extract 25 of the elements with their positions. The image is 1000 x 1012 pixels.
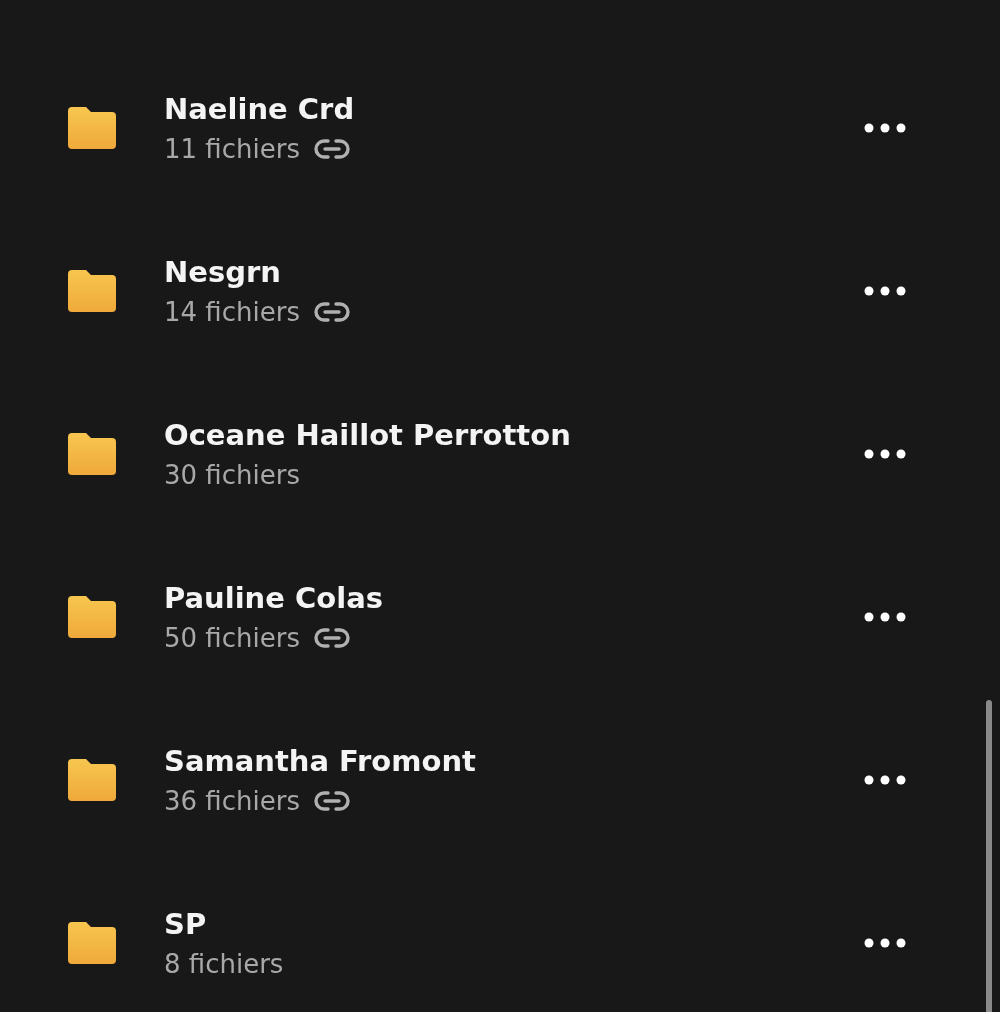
file-count: 36 fichiers [164, 785, 300, 816]
file-count: 14 fichiers [164, 296, 300, 327]
folder-icon [68, 595, 116, 638]
folder-row[interactable]: Oceane Haillot Perrotton 30 fichiers [0, 372, 1000, 535]
folder-icon [68, 921, 116, 964]
folder-icon [68, 432, 116, 475]
folder-name: SP [164, 906, 208, 941]
file-count: 50 fichiers [164, 622, 300, 653]
folder-icon [68, 106, 116, 149]
folder-name: Nesgrn [164, 254, 282, 289]
folder-row[interactable]: Samantha Fromont 36 fichiers [0, 698, 1000, 861]
folder-icon [68, 758, 116, 801]
scrollbar[interactable] [986, 700, 992, 1012]
folder-name: Oceane Haillot Perrotton [164, 417, 572, 452]
folder-row[interactable]: Nesgrn 14 fichiers [0, 209, 1000, 372]
folder-row[interactable]: Pauline Colas 50 fichiers [0, 535, 1000, 698]
file-count: 30 fichiers [164, 459, 300, 490]
folder-icon [68, 269, 116, 312]
folder-name: Samantha Fromont [164, 743, 477, 778]
folder-row[interactable]: Naeline Crd 11 fichiers [0, 46, 1000, 209]
folder-row[interactable]: SP 8 fichiers [0, 861, 1000, 1012]
file-count: 11 fichiers [164, 133, 300, 164]
folder-name: Pauline Colas [164, 580, 384, 615]
file-count: 8 fichiers [164, 948, 284, 979]
folder-name: Naeline Crd [164, 91, 356, 126]
